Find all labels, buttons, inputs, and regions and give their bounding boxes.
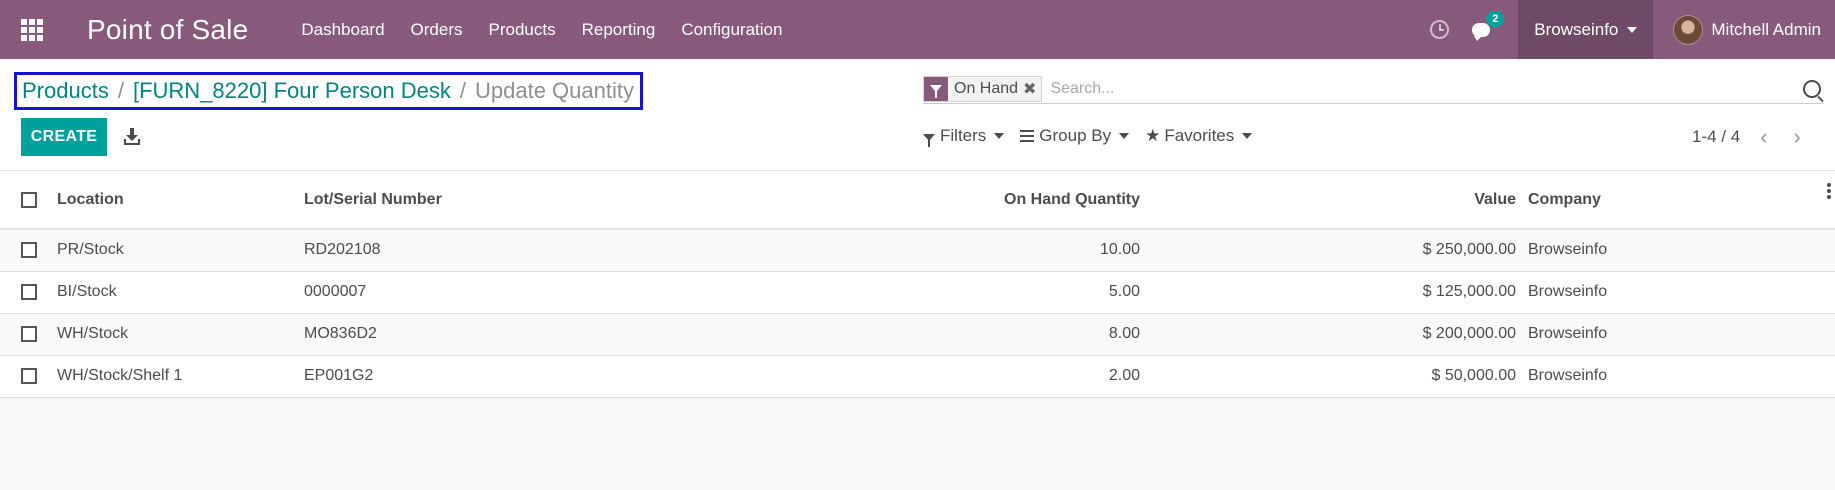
menu-configuration[interactable]: Configuration (668, 0, 795, 59)
caret-down-icon (994, 133, 1005, 139)
menu-dashboard[interactable]: Dashboard (288, 0, 397, 59)
group-by-label: Group By (1039, 126, 1112, 145)
row-checkbox-cell (0, 355, 53, 398)
bars-icon (1020, 130, 1035, 142)
header-company-label: Company (1528, 190, 1601, 208)
avatar (1673, 14, 1704, 45)
row-checkbox-cell (0, 271, 53, 314)
cell-location: WH/Stock/Shelf 1 (53, 355, 300, 398)
header-lot-serial[interactable]: Lot/Serial Number (300, 171, 800, 230)
menu-products[interactable]: Products (476, 0, 569, 59)
cell-company: Browseinfo (1524, 355, 1835, 398)
cell-value: $ 200,000.00 (1148, 313, 1524, 356)
cell-company: Browseinfo (1524, 271, 1835, 314)
cell-on-hand: 8.00 (800, 313, 1148, 356)
cell-lot: RD202108 (300, 229, 800, 272)
search-bar: On Hand ✖ (923, 74, 1823, 104)
favorites-dropdown[interactable]: ★ Favorites (1145, 126, 1253, 146)
row-checkbox[interactable] (21, 326, 37, 342)
select-all-checkbox[interactable] (21, 191, 37, 208)
list-view: Location Lot/Serial Number On Hand Quant… (0, 171, 1835, 398)
header-company[interactable]: Company (1524, 171, 1835, 230)
messaging-button[interactable]: 2 (1472, 10, 1505, 41)
menu-orders[interactable]: Orders (398, 0, 476, 59)
favorites-label: Favorites (1164, 126, 1235, 145)
cell-lot: EP001G2 (300, 355, 800, 398)
row-checkbox[interactable] (21, 368, 37, 384)
search-input[interactable] (1050, 79, 1803, 98)
pager-range[interactable]: 1-4 / 4 (1692, 127, 1740, 147)
table-row[interactable]: BI/Stock 0000007 5.00 $ 125,000.00 Brows… (0, 271, 1835, 314)
caret-down-icon (1119, 133, 1130, 139)
quants-table: Location Lot/Serial Number On Hand Quant… (0, 171, 1835, 398)
header-location[interactable]: Location (53, 171, 300, 230)
caret-down-icon (1242, 133, 1253, 139)
create-button[interactable]: CREATE (21, 118, 107, 156)
cell-value: $ 250,000.00 (1148, 229, 1524, 272)
search-options: Filters Group By ★ Favorites (923, 126, 1268, 147)
row-checkbox[interactable] (21, 284, 37, 300)
optional-columns-icon[interactable] (1827, 182, 1831, 199)
control-panel: Products / [FURN_8220] Four Person Desk … (0, 59, 1835, 171)
star-icon: ★ (1145, 126, 1161, 145)
breadcrumb-current: Update Quantity (474, 78, 634, 103)
company-name: Browseinfo (1534, 19, 1619, 39)
pager-previous-icon[interactable]: ‹ (1760, 126, 1767, 148)
table-row[interactable]: PR/Stock RD202108 10.00 $ 250,000.00 Bro… (0, 229, 1835, 272)
apps-grid-icon (21, 18, 43, 41)
user-menu[interactable]: Mitchell Admin (1653, 0, 1835, 59)
row-checkbox-cell (0, 313, 53, 356)
top-navbar: Point of Sale Dashboard Orders Products … (0, 0, 1835, 59)
cell-on-hand: 2.00 (800, 355, 1148, 398)
activity-clock-icon[interactable] (1430, 20, 1450, 39)
cell-on-hand: 5.00 (800, 271, 1148, 314)
cell-value: $ 125,000.00 (1148, 271, 1524, 314)
pager: 1-4 / 4 ‹ › (1692, 126, 1801, 148)
facet-remove-icon[interactable]: ✖ (1023, 77, 1041, 101)
table-row[interactable]: WH/Stock/Shelf 1 EP001G2 2.00 $ 50,000.0… (0, 355, 1835, 398)
breadcrumb-separator: / (459, 78, 466, 103)
filters-dropdown[interactable]: Filters (923, 126, 1005, 147)
row-checkbox-cell (0, 229, 53, 272)
user-name: Mitchell Admin (1711, 19, 1821, 39)
cell-company: Browseinfo (1524, 313, 1835, 356)
cell-lot: MO836D2 (300, 313, 800, 356)
filters-label: Filters (940, 126, 987, 145)
search-facet-on-hand: On Hand ✖ (923, 75, 1043, 102)
group-by-dropdown[interactable]: Group By (1020, 126, 1130, 146)
breadcrumb-products[interactable]: Products (22, 78, 109, 104)
search-icon[interactable] (1803, 79, 1821, 98)
breadcrumb: Products / [FURN_8220] Four Person Desk … (14, 72, 643, 110)
menu-reporting[interactable]: Reporting (569, 0, 669, 59)
header-on-hand-quantity[interactable]: On Hand Quantity (800, 171, 1148, 230)
messages-count-badge: 2 (1486, 10, 1505, 27)
download-icon[interactable] (124, 128, 140, 145)
caret-down-icon (1627, 26, 1638, 33)
table-row[interactable]: WH/Stock MO836D2 8.00 $ 200,000.00 Brows… (0, 313, 1835, 356)
table-header-row: Location Lot/Serial Number On Hand Quant… (0, 171, 1835, 230)
cell-value: $ 50,000.00 (1148, 355, 1524, 398)
apps-menu-button[interactable] (0, 0, 64, 59)
main-menu: Dashboard Orders Products Reporting Conf… (288, 0, 795, 59)
cell-on-hand: 10.00 (800, 229, 1148, 272)
navbar-systray: 2 Browseinfo Mitchell Admin (1430, 0, 1835, 59)
cell-location: WH/Stock (53, 313, 300, 356)
select-all-checkbox-cell (0, 171, 53, 230)
cell-location: BI/Stock (53, 271, 300, 314)
cell-location: PR/Stock (53, 229, 300, 272)
filter-facet-icon (924, 76, 948, 101)
breadcrumb-product[interactable]: [FURN_8220] Four Person Desk (133, 78, 451, 104)
pager-next-icon[interactable]: › (1794, 126, 1801, 148)
header-value[interactable]: Value (1148, 171, 1524, 230)
app-title[interactable]: Point of Sale (87, 14, 248, 46)
cell-company: Browseinfo (1524, 229, 1835, 272)
cell-lot: 0000007 (300, 271, 800, 314)
breadcrumb-separator: / (117, 78, 124, 103)
row-checkbox[interactable] (21, 242, 37, 259)
company-switcher[interactable]: Browseinfo (1518, 0, 1654, 59)
facet-value: On Hand (954, 79, 1019, 97)
funnel-icon (923, 133, 935, 147)
